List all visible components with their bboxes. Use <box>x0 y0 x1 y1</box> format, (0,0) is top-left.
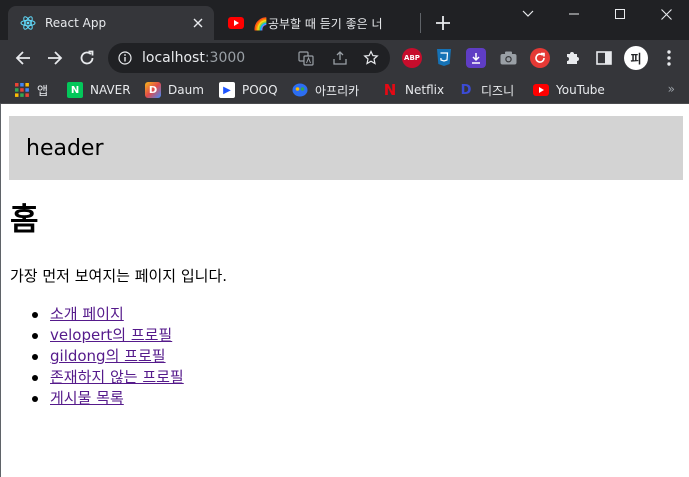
youtube-icon <box>533 82 549 98</box>
page-title: 홈 <box>10 202 39 238</box>
minimize-button[interactable] <box>551 0 597 28</box>
tab-separator <box>420 13 421 33</box>
minimize-icon <box>569 13 579 15</box>
afreeca-icon <box>292 82 308 98</box>
puzzle-icon[interactable] <box>562 48 582 68</box>
page-description: 가장 먼저 보여지는 페이지 입니다. <box>10 267 228 285</box>
tab-youtube[interactable]: 🌈공부할 때 듣기 좋은 너 <box>218 6 420 40</box>
more-bookmarks-icon[interactable]: » <box>668 82 675 96</box>
bookmark-star-icon[interactable] <box>363 50 379 66</box>
link-profile-gildong[interactable]: gildong의 프로필 <box>50 347 166 365</box>
translate-icon[interactable] <box>298 50 314 66</box>
profile-avatar[interactable]: 피 <box>624 46 648 70</box>
bookmark-pooq[interactable]: ▶ POOQ <box>219 81 278 99</box>
side-panel-icon[interactable] <box>594 48 614 68</box>
list-item: 존재하지 않는 프로필 <box>10 367 184 388</box>
close-tab-icon[interactable] <box>190 15 206 31</box>
chevron-down-icon <box>522 10 534 17</box>
maximize-button[interactable] <box>597 0 643 28</box>
disney-icon: D <box>460 82 472 98</box>
bookmark-netflix[interactable]: N Netflix <box>382 81 444 99</box>
browser-toolbar: localhost:3000 ABP 피 <box>0 40 689 76</box>
tab-title: React App <box>45 16 107 30</box>
url-port: :3000 <box>204 50 246 66</box>
list-item: gildong의 프로필 <box>10 346 184 367</box>
back-button[interactable] <box>9 44 37 72</box>
bookmark-naver[interactable]: N NAVER <box>67 81 131 99</box>
reload-button[interactable] <box>73 44 101 72</box>
tab-strip: React App 🌈공부할 때 듣기 좋은 너 <box>0 0 689 40</box>
bookmark-label: YouTube <box>556 83 605 97</box>
bookmark-label: Daum <box>168 83 204 97</box>
bookmark-disney[interactable]: D 디즈니 <box>458 81 515 99</box>
list-item: velopert의 프로필 <box>10 325 184 346</box>
tab-react-app[interactable]: React App <box>8 6 214 40</box>
youtube-icon <box>228 15 244 31</box>
new-tab-button[interactable] <box>432 12 454 34</box>
page-viewport: header 홈 가장 먼저 보여지는 페이지 입니다. 소개 페이지 velo… <box>0 104 689 477</box>
kebab-menu-icon[interactable] <box>659 48 679 68</box>
maximize-icon <box>615 9 625 19</box>
pooq-icon: ▶ <box>219 82 235 98</box>
netflix-icon: N <box>383 81 397 99</box>
address-bar[interactable]: localhost:3000 <box>108 43 390 73</box>
nav-link-list: 소개 페이지 velopert의 프로필 gildong의 프로필 존재하지 않… <box>10 304 184 409</box>
link-profile-missing[interactable]: 존재하지 않는 프로필 <box>50 368 184 386</box>
naver-icon: N <box>67 82 83 98</box>
bookmarks-bar: 앱 N NAVER D Daum ▶ POOQ 아프리카 N Netflix D… <box>0 76 689 104</box>
bookmark-label: POOQ <box>242 83 278 97</box>
url-host: localhost <box>142 50 205 66</box>
bookmark-afreeca[interactable]: 아프리카 <box>292 81 359 99</box>
link-profile-velopert[interactable]: velopert의 프로필 <box>50 326 172 344</box>
arrow-left-icon <box>15 51 30 65</box>
bookmark-label: 아프리카 <box>315 83 360 98</box>
bookmark-label: Netflix <box>405 83 445 97</box>
info-icon <box>118 51 132 65</box>
tab-search-button[interactable] <box>505 0 551 28</box>
reload-icon <box>80 50 94 65</box>
bookmark-daum[interactable]: D Daum <box>145 81 204 99</box>
refresh-extension-icon[interactable] <box>530 48 550 68</box>
bookmark-apps[interactable]: 앱 <box>14 81 48 99</box>
list-item: 게시물 목록 <box>10 388 184 409</box>
bookmark-label: NAVER <box>90 83 131 97</box>
camera-extension-icon[interactable] <box>498 48 518 68</box>
apps-grid-icon <box>14 82 30 98</box>
share-icon[interactable] <box>332 50 348 66</box>
plus-icon <box>436 16 450 30</box>
css-extension-icon[interactable] <box>434 48 454 68</box>
close-icon <box>660 8 672 20</box>
window-close-button[interactable] <box>643 0 689 28</box>
tab-title: 🌈공부할 때 듣기 좋은 너 <box>253 16 383 31</box>
abp-extension-icon[interactable]: ABP <box>402 48 422 68</box>
list-item: 소개 페이지 <box>10 304 184 325</box>
site-header: header <box>9 116 683 180</box>
arrow-right-icon <box>48 51 63 65</box>
download-extension-icon[interactable] <box>466 48 486 68</box>
bookmark-label: 앱 <box>37 83 49 98</box>
bookmark-youtube[interactable]: YouTube <box>533 81 605 99</box>
bookmark-label: 디즈니 <box>481 83 515 98</box>
daum-icon: D <box>145 82 161 98</box>
link-about[interactable]: 소개 페이지 <box>50 305 124 323</box>
link-articles[interactable]: 게시물 목록 <box>50 389 124 407</box>
forward-button[interactable] <box>41 44 69 72</box>
react-icon <box>20 15 36 31</box>
